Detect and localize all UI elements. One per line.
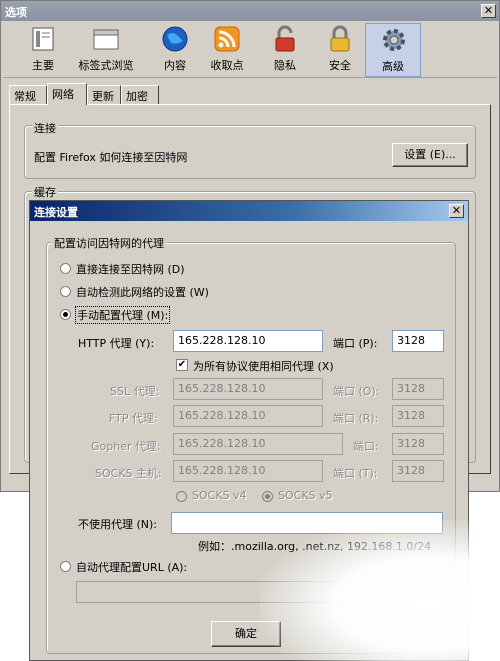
options-title: 选项 — [5, 6, 27, 19]
ftp-port-input[interactable]: 3128 — [392, 405, 444, 427]
toolbar-advanced-label: 高级 — [382, 60, 404, 73]
http-port-input[interactable]: 3128 — [392, 330, 444, 352]
same-proxy-label[interactable]: 为所有协议使用相同代理 (X) — [193, 358, 334, 374]
toolbar-content-label: 内容 — [164, 59, 186, 72]
socks-port-label: 端口 (T): — [333, 467, 378, 480]
socks-host-label: SOCKS 主机: — [95, 467, 162, 480]
socks-v5-radio[interactable] — [262, 491, 273, 502]
auto-proxy-url-radio[interactable] — [60, 561, 71, 572]
check-icon: ✔ — [177, 359, 187, 370]
options-titlebar: 选项 ✕ — [1, 1, 499, 21]
ftp-port-label: 端口 (R): — [333, 412, 379, 425]
options-close-button[interactable]: ✕ — [481, 4, 496, 18]
content-globe-icon — [162, 26, 188, 52]
no-proxy-example: 例如：.mozilla.org, .net.nz, 192.168.1.0/24 — [198, 540, 432, 553]
manual-proxy-radio[interactable] — [60, 309, 71, 320]
auto-detect-label[interactable]: 自动检测此网络的设置 (W) — [76, 284, 209, 300]
toolbar-tabs-label: 标签式浏览 — [78, 59, 134, 72]
http-proxy-input[interactable]: 165.228.128.10 — [173, 330, 323, 352]
ftp-proxy-input[interactable]: 165.228.128.10 — [173, 405, 323, 427]
advanced-gear-icon — [383, 29, 405, 51]
close-icon: ✕ — [483, 4, 494, 17]
ssl-port-label: 端口 (O): — [333, 385, 380, 398]
dialog-title: 连接设置 — [34, 206, 78, 219]
connection-settings-button[interactable]: 设置 (E)... — [392, 143, 468, 167]
direct-connection-label[interactable]: 直接连接至因特网 (D) — [76, 261, 185, 277]
tab-network[interactable]: 网络 — [47, 83, 87, 105]
auto-detect-radio[interactable] — [60, 286, 71, 297]
proxy-group-legend: 配置访问因特网的代理 — [52, 235, 166, 251]
tab-general[interactable]: 常规 — [9, 85, 47, 104]
connection-settings-dialog: 连接设置 ✕ 配置访问因特网的代理 直接连接至因特网 (D) 自动检测此网络的设… — [29, 200, 469, 661]
auto-proxy-url-label[interactable]: 自动代理配置URL (A): — [76, 559, 187, 575]
http-port-label: 端口 (P): — [333, 337, 378, 350]
toolbar-advanced[interactable]: 高级 — [365, 23, 421, 77]
main-icon — [32, 27, 54, 51]
socks-port-input[interactable]: 3128 — [392, 460, 444, 482]
security-lock-icon — [330, 25, 350, 52]
manual-proxy-label[interactable]: 手动配置代理 (M): — [75, 306, 171, 324]
direct-connection-radio[interactable] — [60, 263, 71, 274]
auto-proxy-url-input[interactable] — [76, 581, 442, 603]
dialog-close-button[interactable]: ✕ — [449, 204, 464, 218]
ftp-proxy-label: FTP 代理: — [109, 412, 158, 425]
toolbar-main-label: 主要 — [32, 59, 54, 72]
gopher-proxy-input[interactable]: 165.228.128.10 — [173, 433, 343, 455]
connection-description: 配置 Firefox 如何连接至因特网 — [34, 151, 188, 164]
options-toolbar: 主要 标签式浏览 内容 收取点 隐私 安全 高级 — [3, 23, 497, 78]
toolbar-security-label: 安全 — [329, 59, 351, 72]
connection-legend: 连接 — [32, 120, 58, 136]
tab-encryption[interactable]: 加密 — [121, 85, 159, 104]
gopher-port-label: 端口: — [353, 440, 379, 453]
socks-v4-label[interactable]: SOCKS v4 — [192, 489, 247, 502]
toolbar-main[interactable]: 主要 — [15, 23, 71, 77]
toolbar-feeds-label: 收取点 — [210, 59, 244, 72]
gopher-proxy-label: Gopher 代理: — [91, 440, 161, 453]
toolbar-privacy[interactable]: 隐私 — [257, 23, 313, 77]
feeds-icon — [214, 26, 240, 52]
no-proxy-input[interactable] — [171, 512, 443, 534]
toolbar-tabs[interactable]: 标签式浏览 — [75, 23, 137, 77]
tab-update[interactable]: 更新 — [87, 85, 121, 104]
privacy-lock-icon — [275, 25, 295, 52]
no-proxy-label: 不使用代理 (N): — [78, 518, 158, 531]
close-icon: ✕ — [451, 204, 462, 217]
ssl-port-input[interactable]: 3128 — [392, 378, 444, 400]
toolbar-security[interactable]: 安全 — [312, 23, 368, 77]
socks-v5-label[interactable]: SOCKS v5 — [278, 489, 333, 502]
ssl-proxy-input[interactable]: 165.228.128.10 — [173, 378, 323, 400]
ssl-proxy-label: SSL 代理: — [110, 385, 160, 398]
same-proxy-checkbox[interactable]: ✔ — [176, 359, 188, 371]
cache-legend: 缓存 — [32, 184, 58, 200]
http-proxy-label: HTTP 代理 (Y): — [78, 337, 155, 350]
toolbar-content[interactable]: 内容 — [147, 23, 203, 77]
toolbar-privacy-label: 隐私 — [274, 59, 296, 72]
toolbar-feeds[interactable]: 收取点 — [199, 23, 255, 77]
socks-v4-radio[interactable] — [176, 491, 187, 502]
tabs-icon — [93, 29, 119, 50]
dialog-titlebar: 连接设置 ✕ — [30, 201, 468, 221]
ok-button[interactable]: 确定 — [211, 621, 281, 647]
gopher-port-input[interactable]: 3128 — [392, 433, 444, 455]
socks-host-input[interactable]: 165.228.128.10 — [173, 460, 323, 482]
